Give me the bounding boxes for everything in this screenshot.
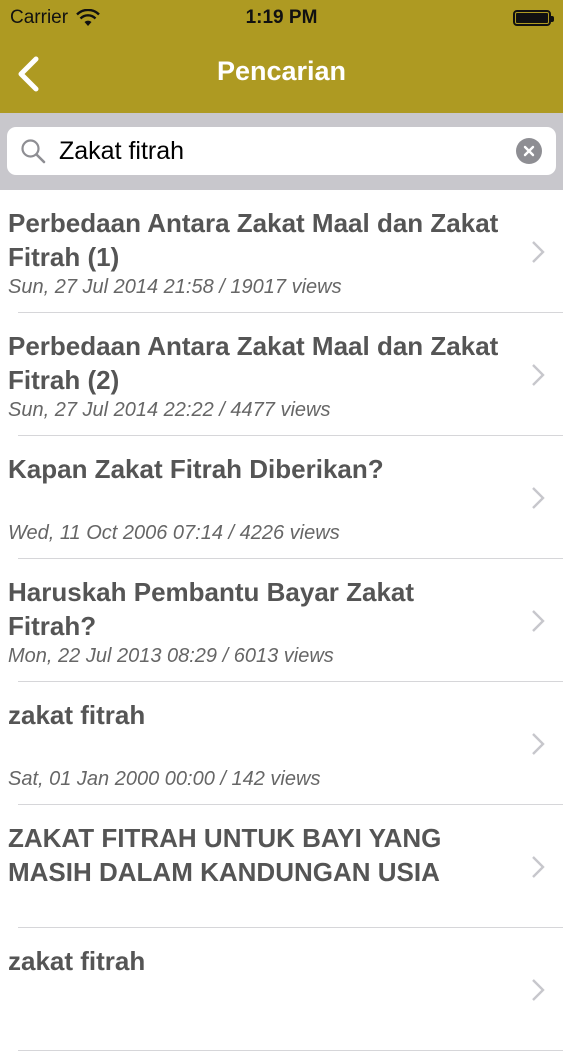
battery-icon <box>513 10 554 26</box>
list-item[interactable]: zakat fitrah Sat, 01 Jan 2000 00:00 / 14… <box>0 682 563 805</box>
navigation-bar: Pencarian <box>0 36 563 113</box>
search-icon <box>21 139 46 164</box>
list-item[interactable]: Kapan Zakat Fitrah Diberikan? Wed, 11 Oc… <box>0 436 563 559</box>
result-title: Kapan Zakat Fitrah Diberikan? <box>8 454 384 484</box>
list-item[interactable]: zakat fitrah <box>0 928 563 1051</box>
chevron-right-icon <box>532 363 545 386</box>
result-meta: Sat, 01 Jan 2000 00:00 / 142 views <box>8 768 321 790</box>
result-title: Perbedaan Antara Zakat Maal dan Zakat Fi… <box>8 331 499 395</box>
list-item[interactable]: Perbedaan Antara Zakat Maal dan Zakat Fi… <box>0 190 563 313</box>
status-bar: Carrier 1:19 PM <box>0 0 563 36</box>
result-meta: Sun, 27 Jul 2014 21:58 / 19017 views <box>8 276 342 298</box>
result-title: ZAKAT FITRAH UNTUK BAYI YANG MASIH DALAM… <box>8 823 442 887</box>
results-list: Perbedaan Antara Zakat Maal dan Zakat Fi… <box>0 190 563 1051</box>
chevron-right-icon <box>532 732 545 755</box>
result-meta: Wed, 11 Oct 2006 07:14 / 4226 views <box>8 522 340 544</box>
result-title: zakat fitrah <box>8 700 146 730</box>
app-header: Carrier 1:19 PM Pencarian <box>0 0 563 113</box>
list-item[interactable]: Perbedaan Antara Zakat Maal dan Zakat Fi… <box>0 313 563 436</box>
result-meta: Sun, 27 Jul 2014 22:22 / 4477 views <box>8 399 331 421</box>
page-title: Pencarian <box>216 56 347 86</box>
chevron-right-icon <box>532 978 545 1001</box>
search-input[interactable] <box>57 135 516 167</box>
result-title: Perbedaan Antara Zakat Maal dan Zakat Fi… <box>8 208 499 272</box>
search-bar <box>0 113 563 190</box>
result-meta: Mon, 22 Jul 2013 08:29 / 6013 views <box>8 645 334 667</box>
close-icon <box>523 145 535 157</box>
status-time: 1:19 PM <box>245 7 318 28</box>
search-field[interactable] <box>7 127 556 175</box>
chevron-right-icon <box>532 609 545 632</box>
clear-search-button[interactable] <box>516 138 542 164</box>
list-item[interactable]: ZAKAT FITRAH UNTUK BAYI YANG MASIH DALAM… <box>0 805 563 928</box>
result-title: zakat fitrah <box>8 946 146 976</box>
chevron-left-icon <box>18 56 39 92</box>
chevron-right-icon <box>532 486 545 509</box>
back-button[interactable] <box>10 54 50 94</box>
chevron-right-icon <box>532 240 545 263</box>
list-item[interactable]: Haruskah Pembantu Bayar Zakat Fitrah? Mo… <box>0 559 563 682</box>
chevron-right-icon <box>532 855 545 878</box>
result-title: Haruskah Pembantu Bayar Zakat Fitrah? <box>8 577 415 641</box>
